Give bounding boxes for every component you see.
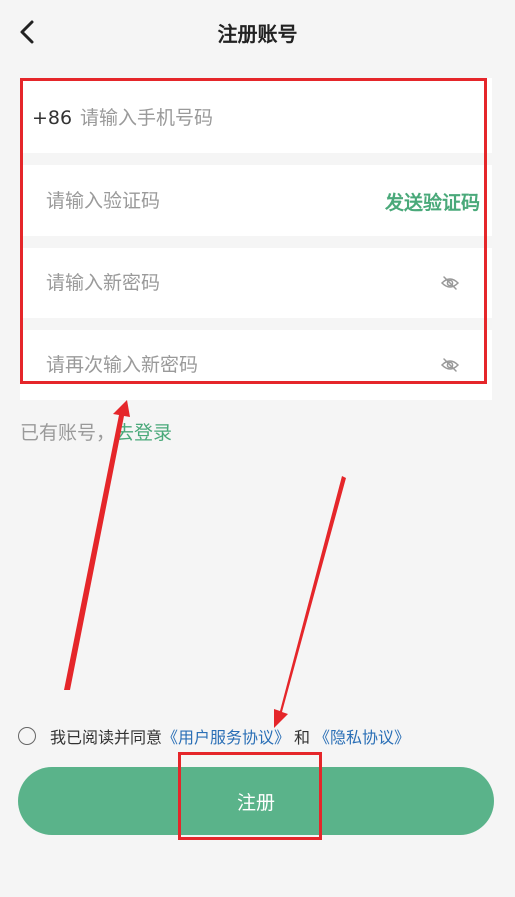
eye-hidden-icon — [440, 358, 460, 372]
register-form: +86 发送验证码 — [20, 78, 492, 400]
phone-input[interactable] — [80, 98, 440, 138]
confirm-password-input[interactable] — [46, 345, 376, 385]
register-button[interactable]: 注册 — [18, 767, 494, 835]
agreement-row: 我已阅读并同意 《用户服务协议》 和 《隐私协议》 — [18, 723, 410, 749]
verification-code-input[interactable] — [46, 181, 376, 221]
confirm-password-visibility-toggle[interactable] — [440, 355, 460, 375]
country-code[interactable]: +86 — [32, 107, 72, 129]
eye-hidden-icon — [440, 276, 460, 290]
confirm-password-row — [20, 330, 492, 400]
agreement-checkbox[interactable] — [18, 727, 36, 745]
new-password-row — [20, 248, 492, 318]
code-row: 发送验证码 — [20, 166, 492, 236]
new-password-input[interactable] — [46, 263, 376, 303]
register-button-label: 注册 — [236, 791, 275, 814]
password-visibility-toggle[interactable] — [440, 273, 460, 293]
agreement-and-text: 和 — [294, 728, 311, 747]
phone-row: +86 — [20, 83, 492, 153]
agreement-text: 我已阅读并同意 — [50, 728, 163, 747]
header: 注册账号 — [0, 0, 515, 64]
divider — [20, 318, 492, 330]
go-login-link[interactable]: 去登录 — [115, 422, 172, 444]
send-code-button[interactable]: 发送验证码 — [385, 188, 480, 215]
divider — [20, 236, 492, 248]
page-title: 注册账号 — [217, 22, 298, 46]
divider — [20, 153, 492, 165]
privacy-agreement-link[interactable]: 《隐私协议》 — [314, 724, 410, 748]
user-agreement-link[interactable]: 《用户服务协议》 — [162, 724, 290, 748]
login-prompt: 已有账号，去登录 — [20, 418, 172, 445]
arrow-to-register — [274, 476, 346, 728]
login-prompt-text: 已有账号， — [20, 422, 116, 444]
